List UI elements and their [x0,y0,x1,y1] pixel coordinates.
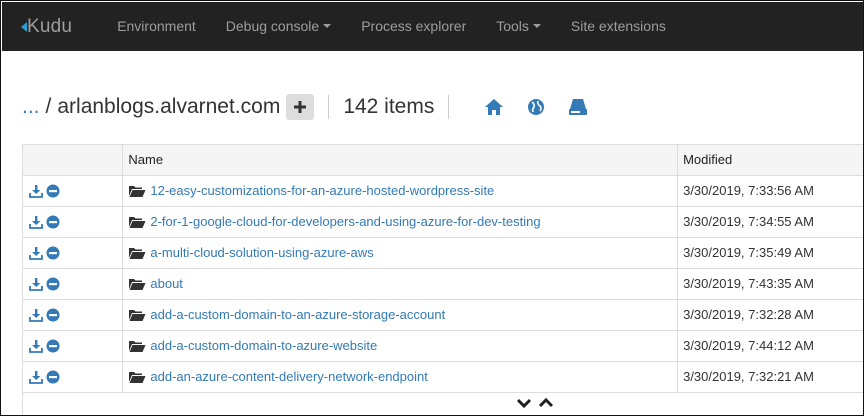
divider [448,95,450,119]
header-modified[interactable]: Modified [677,145,863,176]
row-modified: 3/30/2019, 7:43:35 AM [677,268,863,300]
folder-link[interactable]: a-multi-cloud-solution-using-azure-aws [150,245,373,260]
nav-environment-label: Environment [117,18,196,34]
row-modified: 3/30/2019, 7:33:56 AM [677,175,863,207]
chevron-up-icon[interactable] [538,397,554,409]
divider [328,95,330,119]
table-row: add-a-custom-domain-to-an-azure-storage-… [23,299,863,331]
folder-open-icon [128,339,146,353]
nav-tools[interactable]: Tools [481,2,556,51]
header-actions [23,145,124,176]
table-row: about 3/30/2019, 7:43:35 AM [23,268,863,300]
nav-tools-label: Tools [496,18,529,34]
folder-open-icon [128,184,146,198]
row-actions [23,330,124,362]
table-row: 2-for-1-google-cloud-for-developers-and-… [23,206,863,238]
nav-environment[interactable]: Environment [102,2,211,51]
table-row: add-a-custom-domain-to-azure-website 3/30… [23,330,863,362]
row-actions [23,237,124,269]
breadcrumb-ellipsis[interactable]: ... [22,95,40,119]
row-name-cell: add-a-custom-domain-to-an-azure-storage-… [122,299,679,331]
delete-icon[interactable] [46,215,60,229]
download-icon[interactable] [29,339,43,353]
chevron-down-icon[interactable] [516,397,532,409]
row-modified: 3/30/2019, 7:32:28 AM [677,299,863,331]
nav-debug-console-label: Debug console [225,18,320,34]
table-header-row: Name Modified [23,145,863,176]
delete-icon[interactable] [46,339,60,353]
globe-icon[interactable] [525,96,547,118]
row-modified: 3/30/2019, 7:32:21 AM [677,361,863,393]
caret-down-icon [323,24,332,29]
folder-link[interactable]: add-an-azure-content-delivery-network-en… [150,369,427,384]
nav-debug-console[interactable]: Debug console [211,2,346,51]
delete-icon[interactable] [46,277,60,291]
row-actions [23,361,124,393]
nav-site-extensions-label: Site extensions [570,18,666,34]
row-modified: 3/30/2019, 7:34:55 AM [677,206,863,238]
download-icon[interactable] [29,370,43,384]
download-icon[interactable] [29,308,43,322]
row-actions [23,299,124,331]
plus-icon [294,101,307,113]
folder-open-icon [128,215,146,229]
row-name-cell: about [122,268,679,300]
panel-resize-controls [513,396,557,410]
folder-link[interactable]: add-a-custom-domain-to-an-azure-storage-… [150,307,445,322]
top-navbar: Kudu Environment Debug console Process e… [2,2,863,51]
folder-link[interactable]: 2-for-1-google-cloud-for-developers-and-… [150,214,540,229]
row-actions [23,268,124,300]
download-icon[interactable] [29,184,43,198]
download-icon[interactable] [29,215,43,229]
delete-icon[interactable] [46,246,60,260]
table-row: add-an-azure-content-delivery-network-en… [23,361,863,393]
folder-open-icon [128,370,146,384]
folder-link[interactable]: 12-easy-customizations-for-an-azure-host… [150,183,494,198]
current-directory: arlanblogs.alvarnet.com [57,95,281,118]
delete-icon[interactable] [46,308,60,322]
drive-icon[interactable] [567,96,589,118]
row-name-cell: add-a-custom-domain-to-azure-website [122,330,679,362]
nav-process-explorer[interactable]: Process explorer [346,2,481,51]
row-modified: 3/30/2019, 7:44:12 AM [677,330,863,362]
row-actions [23,206,124,238]
file-table: Name Modified 12-easy-customizations-for… [23,145,863,393]
header-name[interactable]: Name [122,145,679,176]
folder-open-icon [128,246,146,260]
row-name-cell: a-multi-cloud-solution-using-azure-aws [122,237,679,269]
table-row: a-multi-cloud-solution-using-azure-aws 3/… [23,237,863,269]
row-name-cell: add-an-azure-content-delivery-network-en… [122,361,679,393]
caret-down-icon [532,24,541,29]
folder-link[interactable]: add-a-custom-domain-to-azure-website [150,338,377,353]
file-table-container: Name Modified 12-easy-customizations-for… [22,144,863,415]
nav-process-explorer-label: Process explorer [361,18,467,34]
folder-link[interactable]: about [150,276,183,291]
delete-icon[interactable] [46,370,60,384]
brand-logo[interactable]: Kudu [19,2,72,51]
nav-site-extensions[interactable]: Site extensions [556,2,681,51]
folder-open-icon [128,308,146,322]
delete-icon[interactable] [46,184,60,198]
row-name-cell: 12-easy-customizations-for-an-azure-host… [122,175,679,207]
item-count: 142 items [343,95,435,118]
table-row: 12-easy-customizations-for-an-azure-host… [23,175,863,207]
row-name-cell: 2-for-1-google-cloud-for-developers-and-… [122,206,679,238]
download-icon[interactable] [29,277,43,291]
app-frame: Kudu Environment Debug console Process e… [0,0,864,416]
new-item-button[interactable] [286,94,315,120]
home-icon[interactable] [483,96,505,118]
download-icon[interactable] [29,246,43,260]
row-modified: 3/30/2019, 7:35:49 AM [677,237,863,269]
row-actions [23,175,124,207]
breadcrumb-separator: / [45,95,52,118]
path-bar: ... / arlanblogs.alvarnet.com 142 items [22,91,589,123]
brand-name: Kudu [27,15,73,37]
folder-open-icon [128,277,146,291]
